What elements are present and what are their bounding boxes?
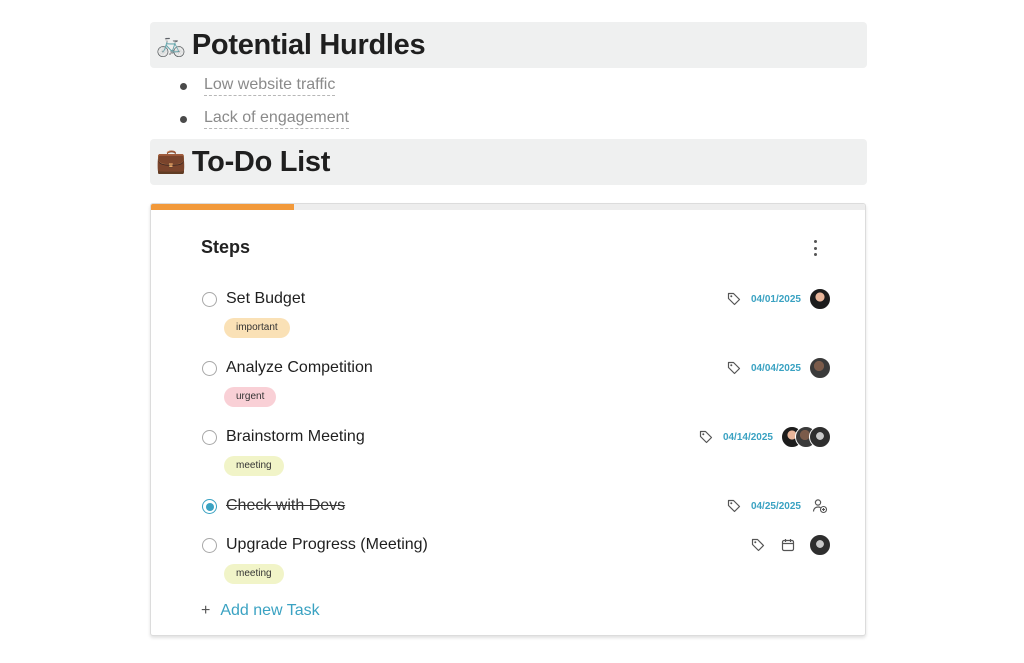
task-checkbox[interactable] [202,361,217,376]
potential-hurdles-heading: 🚲 Potential Hurdles [150,22,867,68]
task-due-date[interactable]: 04/14/2025 [723,432,773,443]
progress-fill [151,204,294,210]
add-task-label: Add new Task [220,602,320,619]
bullet-text[interactable]: Low website traffic [204,76,336,96]
assignees[interactable] [781,426,831,448]
heading-text: Potential Hurdles [191,28,426,61]
assignees[interactable] [809,288,831,310]
plus-icon: + [201,602,211,619]
task-meta: 04/25/2025 [727,495,831,517]
task-due-date[interactable]: 04/25/2025 [751,501,801,512]
heading-text: To-Do List [191,145,331,178]
bullet-dot [180,82,187,90]
avatar[interactable] [809,426,831,448]
bullet-dot [180,115,187,123]
list-item: Low website traffic [180,76,336,96]
tag-icon[interactable] [727,499,741,513]
task-name[interactable]: Brainstorm Meeting [226,428,365,446]
task-tag[interactable]: meeting [224,564,284,584]
tag-icon[interactable] [751,538,765,552]
task-name[interactable]: Check with Devs [226,497,345,515]
calendar-icon[interactable] [781,538,795,552]
add-new-task-button[interactable]: + Add new Task [201,602,320,620]
task-meta: 04/14/2025 [699,426,831,448]
task-tag[interactable]: important [224,318,290,338]
assignees[interactable] [809,534,831,556]
add-assignee-icon[interactable] [809,498,831,514]
todo-card: Steps Set Budget important 04/01/2025 An… [150,203,866,636]
tag-icon[interactable] [727,292,741,306]
bicycle-icon: 🚲 [156,31,186,58]
card-title: Steps [201,237,251,257]
progress-bar [151,204,865,210]
task-checkbox[interactable] [202,538,217,553]
more-options-icon[interactable] [811,240,819,256]
task-name[interactable]: Analyze Competition [226,359,373,377]
tag-icon[interactable] [699,430,713,444]
task-due-date[interactable]: 04/01/2025 [751,294,801,305]
task-name[interactable]: Set Budget [226,290,305,308]
task-checkbox-checked[interactable] [202,499,217,514]
task-tag[interactable]: urgent [224,387,277,407]
bullet-text[interactable]: Lack of engagement [204,109,349,129]
task-meta: 04/01/2025 [727,288,831,310]
avatar[interactable] [809,534,831,556]
assignees[interactable] [809,357,831,379]
briefcase-icon: 💼 [156,148,186,175]
task-checkbox[interactable] [202,430,217,445]
todo-list-heading: 💼 To-Do List [150,139,867,185]
avatar[interactable] [809,357,831,379]
task-checkbox[interactable] [202,292,217,307]
task-meta [751,534,831,556]
task-due-date[interactable]: 04/04/2025 [751,363,801,374]
task-meta: 04/04/2025 [727,357,831,379]
task-tag[interactable]: meeting [224,456,284,476]
avatar[interactable] [809,288,831,310]
tag-icon[interactable] [727,361,741,375]
list-item: Lack of engagement [180,109,349,129]
task-name[interactable]: Upgrade Progress (Meeting) [226,536,428,554]
